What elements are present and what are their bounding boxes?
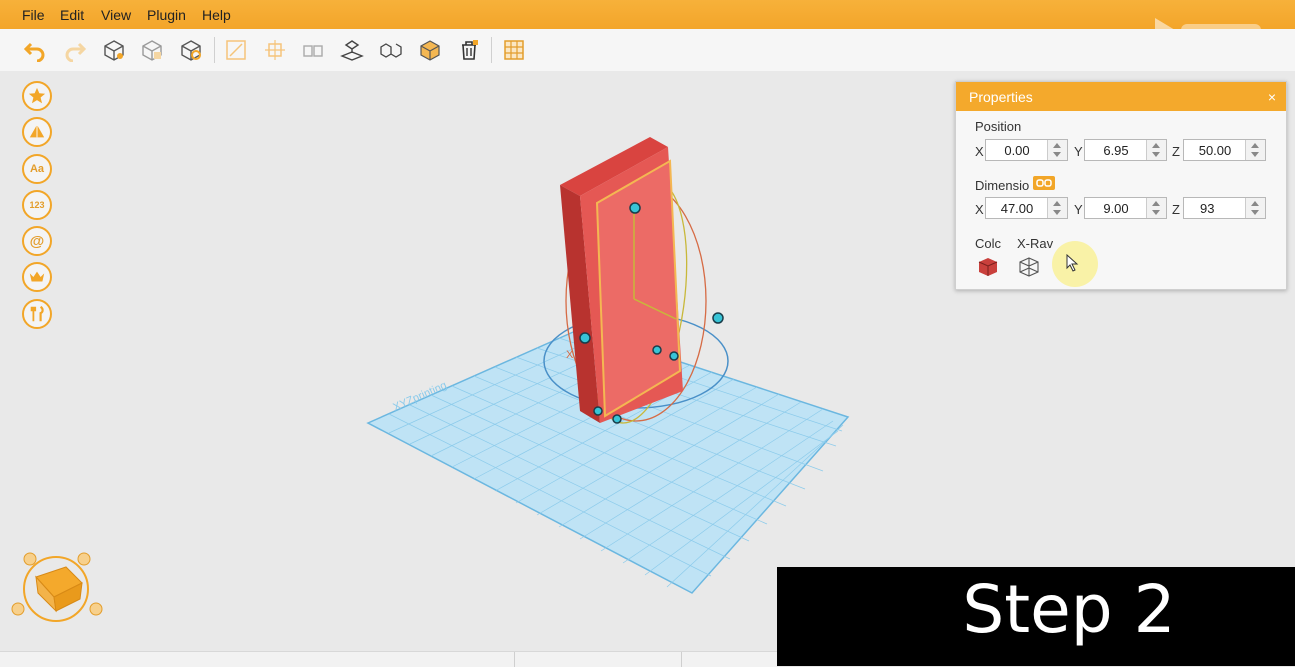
close-icon[interactable]: × (1268, 82, 1276, 112)
toolbar (0, 29, 1295, 72)
dimension-z-stepper[interactable] (1245, 198, 1265, 218)
xray-label: X-Rav (1017, 236, 1054, 251)
menu-plugin[interactable]: Plugin (147, 7, 186, 23)
box-select-icon[interactable] (223, 37, 249, 63)
trash-icon[interactable] (456, 37, 482, 63)
mouse-cursor-icon (1066, 254, 1079, 272)
box-multi-icon[interactable] (300, 37, 326, 63)
cube-settings-icon[interactable] (178, 37, 204, 63)
position-z-field[interactable]: 50.00 (1183, 139, 1266, 161)
dimension-x-stepper[interactable] (1047, 198, 1067, 218)
axis-x-label: X (566, 349, 574, 361)
gizmo-handle (669, 351, 679, 361)
cube-outline-icon[interactable] (101, 37, 127, 63)
dimension-x-label: X (975, 202, 984, 217)
position-x-label: X (975, 144, 984, 159)
menu-edit[interactable]: Edit (60, 7, 84, 23)
zoom-in-icon (77, 552, 91, 566)
home-icon (23, 552, 37, 566)
position-label: Position (975, 119, 1022, 134)
menu-view[interactable]: View (101, 7, 131, 23)
color-cube-icon[interactable] (977, 256, 999, 278)
cube-copy-icon[interactable] (139, 37, 165, 63)
numbers-123-icon[interactable]: 123 (22, 190, 52, 220)
dimension-y-field[interactable]: 9.00 (1084, 197, 1167, 219)
position-x-stepper[interactable] (1047, 140, 1067, 160)
gizmo-handle (652, 345, 662, 355)
redo-icon[interactable] (62, 37, 88, 63)
split-icon[interactable] (378, 37, 404, 63)
gizmo-handle (579, 332, 591, 344)
star-icon[interactable] (22, 81, 52, 111)
position-z-label: Z (1172, 144, 1180, 159)
dimension-y-stepper[interactable] (1146, 198, 1166, 218)
gizmo-handle (612, 414, 622, 424)
dimension-x-field[interactable]: 47.00 (985, 197, 1068, 219)
color-label: Colc (975, 236, 1002, 251)
step-overlay: Step 2 (777, 567, 1295, 666)
step-text: Step 2 (962, 571, 1176, 648)
at-sign-icon[interactable]: @ (22, 226, 52, 256)
base-icon[interactable] (339, 37, 365, 63)
undo-icon[interactable] (22, 37, 48, 63)
gizmo-handle (712, 312, 724, 324)
zoom-out-icon (89, 602, 103, 616)
menu-file[interactable]: File (22, 7, 45, 23)
position-z-stepper[interactable] (1245, 140, 1265, 160)
object-selected-slab (595, 159, 682, 418)
text-aa-icon[interactable]: Aa (22, 154, 52, 184)
position-y-stepper[interactable] (1146, 140, 1166, 160)
position-y-field[interactable]: 6.95 (1084, 139, 1167, 161)
gizmo-handle (593, 406, 603, 416)
box-orange-icon[interactable] (417, 37, 443, 63)
position-x-field[interactable]: 0.00 (985, 139, 1068, 161)
menu-help[interactable]: Help (202, 7, 231, 23)
position-y-label: Y (1074, 144, 1083, 159)
menu-bar: File Edit View Plugin Help (0, 0, 1295, 42)
dimension-z-label: Z (1172, 202, 1180, 217)
crown-icon[interactable] (22, 262, 52, 292)
fit-icon (11, 602, 25, 616)
xray-cube-icon[interactable] (1018, 256, 1040, 278)
tools-icon[interactable] (22, 299, 52, 329)
box-move-icon[interactable] (262, 37, 288, 63)
status-bar (0, 651, 777, 667)
dimension-z-field[interactable]: 93 (1183, 197, 1266, 219)
gizmo-handle (629, 202, 641, 214)
properties-title: Properties (969, 89, 1033, 105)
view-cube-navigator[interactable] (10, 549, 110, 629)
properties-header: Properties × (956, 82, 1286, 111)
grid-icon[interactable] (501, 37, 527, 63)
lock-ratio-icon[interactable] (1033, 176, 1055, 190)
dimension-label: Dimensio (975, 178, 1030, 193)
shapes-icon[interactable] (22, 117, 52, 147)
dimension-y-label: Y (1074, 202, 1083, 217)
